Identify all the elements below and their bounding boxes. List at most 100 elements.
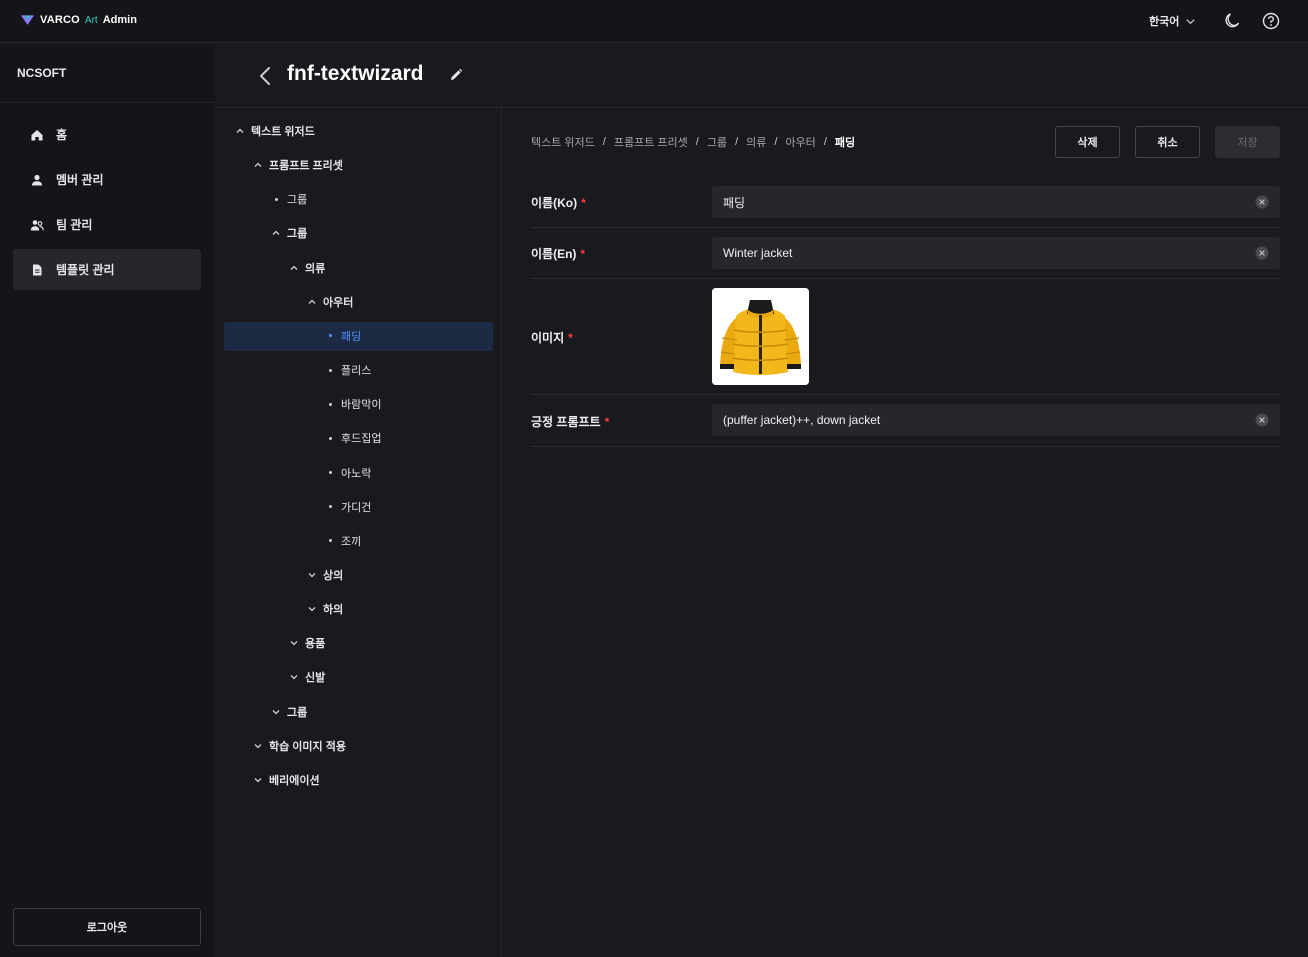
tree-item-label: 아우터 xyxy=(323,296,354,309)
brand-name: VARCO xyxy=(40,14,80,26)
delete-button[interactable]: 삭제 xyxy=(1055,126,1120,158)
person-icon xyxy=(32,174,42,185)
sidebar: NCSOFT 홈 멤버 관리 팀 관리 템플릿 관리 로그아웃 xyxy=(0,44,215,957)
bullet-icon xyxy=(329,402,332,406)
form-row-name-en: 이름(En) * Winter jacket xyxy=(531,228,1280,279)
name-ko-label: 이름(Ko) * xyxy=(531,196,586,210)
chevron-down-icon[interactable] xyxy=(306,569,318,581)
team-icon xyxy=(30,219,44,230)
name-ko-value: 패딩 xyxy=(723,195,746,210)
chevron-down-icon[interactable] xyxy=(252,774,264,786)
language-select[interactable]: 한국어 xyxy=(1149,13,1196,29)
tree-item-label: 하의 xyxy=(323,604,344,617)
tree-item-label: 학습 이미지 적용 xyxy=(269,740,346,753)
tree-item-label: 가디건 xyxy=(341,501,372,514)
pencil-icon[interactable] xyxy=(449,68,463,82)
tree-item[interactable]: 하의 xyxy=(306,595,343,623)
save-button[interactable]: 저장 xyxy=(1215,126,1280,158)
bullet-icon xyxy=(329,505,332,509)
tree-item-label: 플리스 xyxy=(341,365,372,378)
page-header: fnf-textwizard xyxy=(215,44,1308,108)
bullet-icon xyxy=(275,197,278,201)
tree-item[interactable]: 바람막이 xyxy=(324,390,381,418)
tree-item-label: 그룹 xyxy=(287,228,308,241)
breadcrumb-item[interactable]: 프롬프트 프리셋 xyxy=(614,134,688,150)
tree-item[interactable]: 그룹 xyxy=(270,185,307,213)
chevron-up-icon[interactable] xyxy=(306,296,318,308)
tree-item-label: 후드집업 xyxy=(341,433,382,446)
page-title: fnf-textwizard xyxy=(287,62,424,85)
chevron-down-icon[interactable] xyxy=(288,637,300,649)
bullet-icon xyxy=(329,334,332,338)
chevron-down-icon[interactable] xyxy=(270,706,282,718)
form-row-positive-prompt: 긍정 프롬프트 * (puffer jacket)++, down jacket xyxy=(531,395,1280,447)
sidebar-item-label: 멤버 관리 xyxy=(56,173,104,187)
logout-button[interactable]: 로그아웃 xyxy=(13,908,201,946)
tree-item[interactable]: 아노락 xyxy=(324,459,371,487)
sidebar-item-label: 홈 xyxy=(56,128,68,142)
tree-item[interactable]: 조끼 xyxy=(324,527,361,555)
tree-item[interactable]: 텍스트 위저드 xyxy=(234,117,315,145)
tree-item[interactable]: 용품 xyxy=(288,629,325,657)
back-arrow-icon[interactable] xyxy=(257,65,273,87)
clear-icon[interactable] xyxy=(1255,413,1269,427)
sidebar-item-teams[interactable]: 팀 관리 xyxy=(13,204,201,245)
name-en-input[interactable]: Winter jacket xyxy=(712,237,1280,269)
clear-icon[interactable] xyxy=(1255,195,1269,209)
tree-item[interactable]: 그룹 xyxy=(270,219,307,247)
tree-item[interactable]: 신발 xyxy=(288,663,325,691)
clear-icon[interactable] xyxy=(1255,246,1269,260)
form-row-image: 이미지 * xyxy=(531,279,1280,395)
tree-item[interactable]: 후드집업 xyxy=(324,424,381,452)
sidebar-item-templates[interactable]: 템플릿 관리 xyxy=(13,249,201,290)
chevron-down-icon[interactable] xyxy=(306,603,318,615)
tree-item[interactable]: 프롬프트 프리셋 xyxy=(252,151,343,179)
tree-item[interactable]: 학습 이미지 적용 xyxy=(252,732,346,760)
chevron-down-icon[interactable] xyxy=(252,740,264,752)
jacket-image-thumbnail[interactable] xyxy=(712,288,809,385)
tree-item[interactable]: 패딩 xyxy=(324,322,361,350)
name-en-value: Winter jacket xyxy=(723,246,793,260)
help-icon[interactable] xyxy=(1261,11,1281,31)
sidebar-item-home[interactable]: 홈 xyxy=(13,114,201,155)
chevron-up-icon[interactable] xyxy=(270,227,282,239)
organization-name: NCSOFT xyxy=(17,66,67,80)
sidebar-divider xyxy=(0,102,215,103)
bullet-icon xyxy=(329,368,332,372)
breadcrumb-item[interactable]: 아우터 xyxy=(785,134,815,150)
breadcrumb-item[interactable]: 그룹 xyxy=(707,134,727,150)
tree-item[interactable]: 그룹 xyxy=(270,698,307,726)
chevron-down-icon[interactable] xyxy=(288,671,300,683)
tree-item[interactable]: 상의 xyxy=(306,561,343,589)
tree-item[interactable]: 아우터 xyxy=(306,288,353,316)
cancel-button[interactable]: 취소 xyxy=(1135,126,1200,158)
tree-item[interactable]: 플리스 xyxy=(324,356,371,384)
tree-item[interactable]: 의류 xyxy=(288,254,325,282)
tree-item-label: 용품 xyxy=(305,638,326,651)
chevron-up-icon[interactable] xyxy=(288,262,300,274)
tree-item-label: 그룹 xyxy=(287,706,308,719)
brand-logo[interactable]: VARCO Art Admin xyxy=(20,13,137,27)
tree-item[interactable]: 가디건 xyxy=(324,493,371,521)
tree-item-label: 조끼 xyxy=(341,535,362,548)
tree-item-label: 패딩 xyxy=(341,330,362,343)
name-ko-input[interactable]: 패딩 xyxy=(712,186,1280,218)
tree-item[interactable]: 베리에이션 xyxy=(252,766,320,794)
chevron-down-icon xyxy=(1186,18,1195,24)
chevron-up-icon[interactable] xyxy=(252,159,264,171)
tree-item-label: 프롬프트 프리셋 xyxy=(269,160,343,173)
home-icon xyxy=(31,129,43,140)
tree-item-label: 바람막이 xyxy=(341,399,382,412)
chevron-up-icon[interactable] xyxy=(234,125,246,137)
sidebar-item-members[interactable]: 멤버 관리 xyxy=(13,159,201,200)
brand-admin: Admin xyxy=(102,14,137,26)
breadcrumb-item[interactable]: 텍스트 위저드 xyxy=(531,134,595,150)
positive-prompt-input[interactable]: (puffer jacket)++, down jacket xyxy=(712,404,1280,436)
breadcrumb: 텍스트 위저드 / 프롬프트 프리셋 / 그룹 / 의류 / 아우터 / 패딩 xyxy=(531,134,856,150)
brand-art: Art xyxy=(84,14,98,26)
tree-item-label: 텍스트 위저드 xyxy=(251,126,315,138)
top-bar: VARCO Art Admin 한국어 xyxy=(0,0,1308,43)
breadcrumb-item[interactable]: 의류 xyxy=(746,134,766,150)
moon-icon[interactable] xyxy=(1222,11,1242,31)
image-label: 이미지 * xyxy=(531,331,573,345)
